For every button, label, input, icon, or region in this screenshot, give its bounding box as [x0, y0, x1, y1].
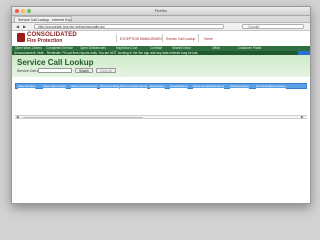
header-divider [162, 34, 163, 42]
address-bar[interactable]: http://corporate-rms.cfe.net/servicecall… [34, 24, 224, 29]
header-divider [198, 34, 199, 42]
lookup-panel: Service Call Lookup Service Call # Searc… [12, 55, 310, 77]
scroll-left-icon[interactable]: ◀ [16, 115, 19, 119]
tab-bar: Service Call Lookup - Internet Explorer [12, 16, 310, 23]
forward-icon[interactable]: ▶ [23, 24, 26, 29]
navigation-toolbar: ◀ ▶ http://corporate-rms.cfe.net/service… [12, 23, 310, 31]
results-area [15, 89, 307, 195]
service-call-input[interactable] [38, 68, 72, 73]
header-link-service-call-lookup[interactable]: Service Call Lookup [166, 37, 195, 41]
window-title: Firefox [154, 8, 168, 13]
scroll-thumb[interactable] [23, 117, 143, 118]
site-header: CONSOLIDATED Fire Protection EXCEPTION M… [12, 31, 310, 45]
header-link-home[interactable]: Home [204, 37, 213, 41]
scroll-right-icon[interactable]: ▶ [301, 115, 304, 119]
company-logo-icon [17, 33, 25, 42]
back-icon[interactable]: ◀ [16, 24, 19, 29]
clear-all-button[interactable]: Clear All [96, 68, 116, 73]
browser-window: Firefox Service Call Lookup - Internet E… [11, 6, 311, 204]
search-input[interactable]: Google [242, 24, 304, 29]
window-titlebar: Firefox [12, 7, 310, 16]
tab-service-call-lookup[interactable]: Service Call Lookup - Internet Explorer [14, 16, 72, 22]
header-divider [116, 34, 117, 42]
page-title: Service Call Lookup [17, 58, 94, 67]
logo-subtitle: Fire Protection [27, 38, 63, 44]
horizontal-scrollbar[interactable]: ◀ ▶ [15, 115, 307, 119]
header-link-exception-management[interactable]: EXCEPTION MANAGEMENT [120, 37, 164, 41]
search-button[interactable]: Search [75, 68, 93, 73]
service-call-label: Service Call # [17, 69, 39, 73]
